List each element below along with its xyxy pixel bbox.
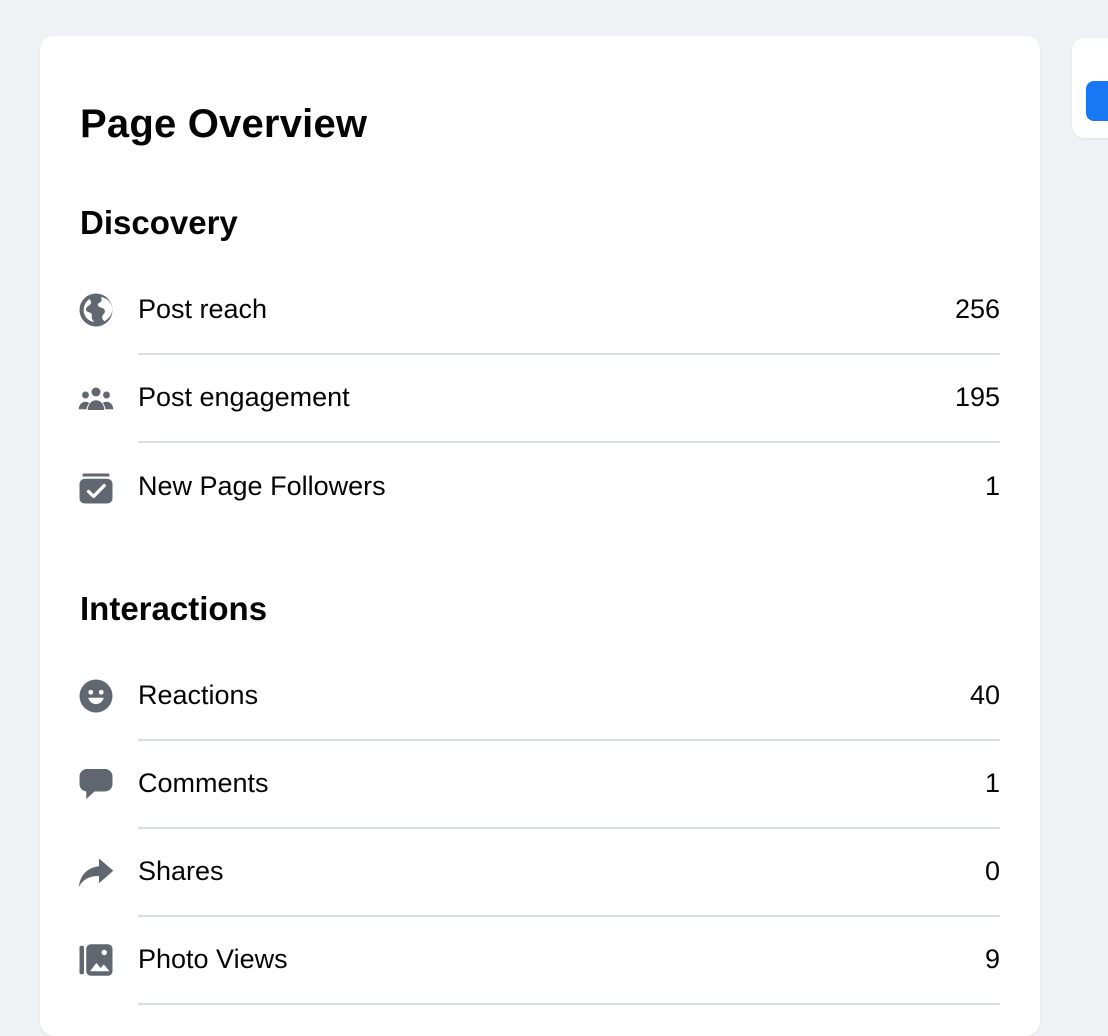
metric-label: Comments xyxy=(138,768,269,798)
people-icon xyxy=(76,354,116,442)
metric-value: 195 xyxy=(954,382,1000,412)
side-panel-card xyxy=(1072,38,1108,138)
photo-icon xyxy=(76,916,116,1004)
metric-row-comments[interactable]: Comments 1 xyxy=(76,740,1000,829)
comment-icon xyxy=(76,740,116,828)
page-title: Page Overview xyxy=(80,102,368,146)
metric-value: 1 xyxy=(984,471,1000,501)
metric-label: Photo Views xyxy=(138,944,288,974)
page-overview-card: Page Overview Discovery Post reach 256 P… xyxy=(40,36,1040,1036)
metric-row-reactions[interactable]: Reactions 40 xyxy=(76,652,1000,741)
globe-icon xyxy=(76,266,116,354)
metric-row-post-engagement[interactable]: Post engagement 195 xyxy=(76,354,1000,443)
metric-row-photo-views[interactable]: Photo Views 9 xyxy=(76,916,1000,1005)
metric-value: 9 xyxy=(984,944,1000,974)
metric-label: Post reach xyxy=(138,294,268,324)
metric-row-new-page-followers[interactable]: New Page Followers 1 xyxy=(76,443,1000,531)
section-title-interactions: Interactions xyxy=(80,590,268,627)
smiley-icon xyxy=(76,652,116,740)
metric-row-shares[interactable]: Shares 0 xyxy=(76,828,1000,917)
metric-value: 40 xyxy=(969,680,1000,710)
metric-label: Shares xyxy=(138,856,224,886)
share-arrow-icon xyxy=(76,828,116,916)
metric-value: 0 xyxy=(984,856,1000,886)
metric-row-post-reach[interactable]: Post reach 256 xyxy=(76,266,1000,355)
metric-label: Reactions xyxy=(138,680,259,710)
section-title-discovery: Discovery xyxy=(80,204,238,241)
metric-label: Post engagement xyxy=(138,382,350,412)
metric-label: New Page Followers xyxy=(138,471,386,501)
follow-check-icon xyxy=(76,443,116,531)
metric-value: 1 xyxy=(984,768,1000,798)
side-action-button[interactable] xyxy=(1086,81,1108,121)
metric-value: 256 xyxy=(954,294,1000,324)
